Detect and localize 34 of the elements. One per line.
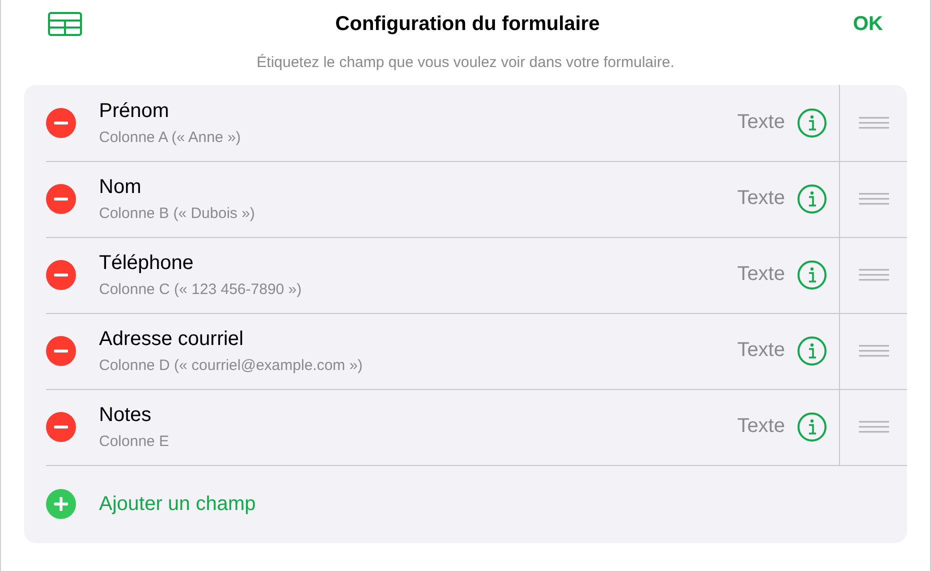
field-label[interactable]: Notes [99,404,738,426]
info-icon[interactable] [797,260,827,290]
remove-icon[interactable] [46,412,76,442]
remove-icon[interactable] [46,260,76,290]
field-type: Texte [737,111,785,134]
field-label[interactable]: Adresse courriel [99,328,738,350]
dialog-title: Configuration du formulaire [335,12,600,36]
reorder-icon[interactable] [858,420,888,432]
remove-icon[interactable] [46,108,76,138]
field-type: Texte [737,339,785,362]
info-icon[interactable] [797,412,827,442]
reorder-icon[interactable] [858,344,888,356]
field-label[interactable]: Nom [99,176,738,198]
instruction-text: Étiquetez le champ que vous voulez voir dans votre formulaire. [256,54,676,71]
info-icon[interactable] [797,336,827,366]
field-source: Colonne B (« Dubois ») [99,204,256,222]
reorder-icon[interactable] [858,268,888,280]
reorder-icon[interactable] [858,116,888,128]
field-source: Colonne C (« 123 456-7890 ») [99,280,303,298]
field-type: Texte [737,415,785,438]
field-label[interactable]: Prénom [99,100,738,122]
table-icon[interactable] [48,12,82,36]
remove-icon[interactable] [46,336,76,366]
field-source: Colonne A (« Anne ») [99,128,242,146]
add-icon[interactable] [46,489,76,519]
field-type: Texte [737,187,785,210]
field-label[interactable]: Téléphone [99,252,738,274]
remove-icon[interactable] [46,184,76,214]
field-type: Texte [737,263,785,286]
info-icon[interactable] [797,108,827,138]
reorder-icon[interactable] [858,192,888,204]
field-source: Colonne E [99,432,170,450]
field-source: Colonne D (« courriel@example.com ») [99,356,364,374]
info-icon[interactable] [797,184,827,214]
